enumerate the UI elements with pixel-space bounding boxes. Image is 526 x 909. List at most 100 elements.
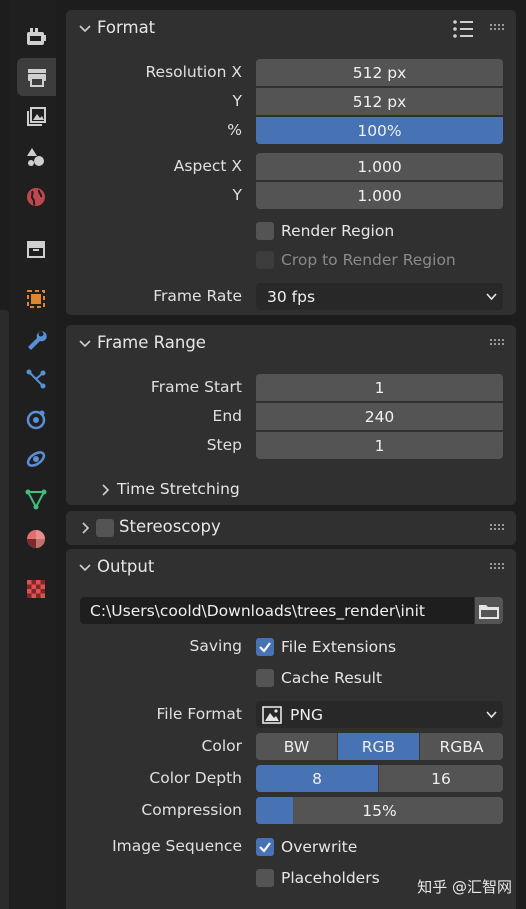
browse-folder-button[interactable] — [475, 597, 503, 624]
left-edge — [0, 0, 10, 909]
particles-icon — [26, 369, 46, 389]
placeholders-checkbox[interactable]: Placeholders — [256, 867, 380, 889]
resolution-y-field[interactable]: 512 px — [256, 88, 503, 115]
color-option-rgb[interactable]: RGB — [338, 733, 420, 760]
frame-step-label: Step — [206, 436, 242, 454]
saving-label: Saving — [189, 637, 242, 655]
chevron-right-icon — [102, 484, 110, 496]
color-label: Color — [201, 737, 242, 755]
tab-material[interactable] — [17, 520, 55, 558]
drag-grip-icon[interactable] — [490, 524, 506, 530]
color-option-bw[interactable]: BW — [256, 733, 338, 760]
cache-result-checkbox[interactable]: Cache Result — [256, 667, 382, 689]
compression-slider[interactable]: 15% — [256, 797, 503, 824]
tab-view-layer[interactable] — [17, 98, 55, 136]
modifier-wrench-icon — [28, 331, 47, 350]
chevron-down-icon — [79, 564, 91, 572]
render-tool-icon — [27, 28, 46, 45]
tab-world[interactable] — [17, 178, 55, 216]
texture-icon — [27, 580, 45, 598]
object-data-icon — [25, 489, 47, 510]
frame-step-field[interactable]: 1 — [256, 432, 503, 459]
collection-icon — [27, 241, 45, 258]
folder-icon — [479, 604, 499, 619]
panel-title: Frame Range — [97, 333, 206, 352]
drag-grip-icon[interactable] — [490, 563, 506, 569]
format-panel: Format Resolution X 512 px Y 512 px % 10… — [66, 10, 516, 315]
frame-range-panel: Frame Range Frame Start 1 End 240 Step 1… — [66, 325, 516, 505]
constraints-icon — [26, 451, 46, 467]
resolution-y-label: Y — [232, 92, 242, 110]
frame-rate-label: Frame Rate — [153, 287, 242, 305]
frame-start-label: Frame Start — [150, 378, 242, 396]
file-format-dropdown[interactable]: PNG — [256, 701, 503, 728]
tab-object[interactable] — [17, 280, 55, 318]
aspect-y-field[interactable]: 1.000 — [256, 182, 503, 209]
stereoscopy-checkbox[interactable] — [96, 519, 114, 537]
scene-icon — [27, 148, 44, 166]
time-stretching-subpanel[interactable]: Time Stretching — [66, 478, 366, 504]
stereoscopy-panel: Stereoscopy — [66, 511, 516, 545]
tab-particles[interactable] — [17, 360, 55, 398]
output-path-input[interactable]: C:\Users\coold\Downloads\trees_render\in… — [80, 597, 474, 624]
frame-end-field[interactable]: 240 — [256, 403, 503, 430]
tab-physics[interactable] — [17, 400, 55, 438]
color-option-rgba[interactable]: RGBA — [420, 733, 503, 760]
resolution-percent-slider[interactable]: 100% — [256, 117, 503, 144]
frame-range-panel-header[interactable]: Frame Range — [66, 325, 516, 363]
panel-title: Format — [97, 18, 156, 37]
tab-collection[interactable] — [17, 230, 55, 268]
frame-end-label: End — [212, 407, 242, 425]
watermark: 知乎 @汇智网 — [417, 878, 512, 896]
chevron-down-icon — [486, 293, 497, 301]
chevron-down-icon — [79, 25, 91, 33]
resolution-percent-label: % — [227, 121, 242, 139]
image-sequence-label: Image Sequence — [112, 837, 242, 855]
render-region-checkbox[interactable]: Render Region — [256, 220, 394, 242]
tab-output[interactable] — [17, 58, 57, 96]
file-extensions-checkbox[interactable]: File Extensions — [256, 636, 396, 658]
color-mode-selector: BW RGB RGBA — [256, 733, 503, 760]
world-icon — [27, 188, 45, 206]
resolution-x-field[interactable]: 512 px — [256, 59, 503, 86]
checkmark-icon — [259, 842, 271, 853]
output-printer-icon — [28, 69, 46, 87]
color-depth-label: Color Depth — [149, 769, 242, 787]
compression-label: Compression — [141, 801, 242, 819]
frame-start-field[interactable]: 1 — [256, 374, 503, 401]
chevron-right-icon — [82, 522, 90, 534]
resolution-x-label: Resolution X — [145, 63, 242, 81]
output-panel-header[interactable]: Output — [66, 549, 516, 587]
chevron-down-icon — [486, 711, 497, 719]
material-icon — [27, 530, 45, 548]
image-file-icon — [262, 705, 282, 724]
frame-rate-dropdown[interactable]: 30 fps — [256, 283, 503, 310]
overwrite-checkbox[interactable]: Overwrite — [256, 836, 357, 858]
depth-option-8[interactable]: 8 — [256, 765, 379, 792]
output-panel: Output C:\Users\coold\Downloads\trees_re… — [66, 549, 516, 909]
aspect-y-label: Y — [232, 186, 242, 204]
presets-list-icon[interactable] — [452, 19, 474, 39]
checkmark-icon — [259, 642, 271, 653]
tab-texture[interactable] — [17, 570, 55, 608]
tab-modifiers[interactable] — [17, 320, 55, 358]
view-layer-icon — [27, 107, 46, 126]
stereoscopy-panel-header[interactable]: Stereoscopy — [66, 511, 516, 545]
crop-render-region-checkbox[interactable]: Crop to Render Region — [256, 249, 456, 271]
tab-object-data[interactable] — [17, 480, 55, 518]
aspect-x-field[interactable]: 1.000 — [256, 153, 503, 180]
panel-title: Output — [97, 557, 155, 576]
properties-editor: Format Resolution X 512 px Y 512 px % 10… — [56, 0, 526, 909]
drag-grip-icon[interactable] — [490, 24, 506, 30]
properties-tab-bar — [10, 0, 57, 909]
format-panel-header[interactable]: Format — [66, 10, 516, 48]
physics-icon — [26, 410, 46, 430]
aspect-x-label: Aspect X — [173, 157, 242, 175]
tab-scene[interactable] — [17, 138, 55, 176]
tab-constraints[interactable] — [17, 440, 55, 478]
color-depth-selector: 8 16 — [256, 765, 503, 792]
file-format-label: File Format — [156, 705, 243, 723]
depth-option-16[interactable]: 16 — [379, 765, 503, 792]
drag-grip-icon[interactable] — [490, 339, 506, 345]
tab-render[interactable] — [17, 18, 55, 56]
